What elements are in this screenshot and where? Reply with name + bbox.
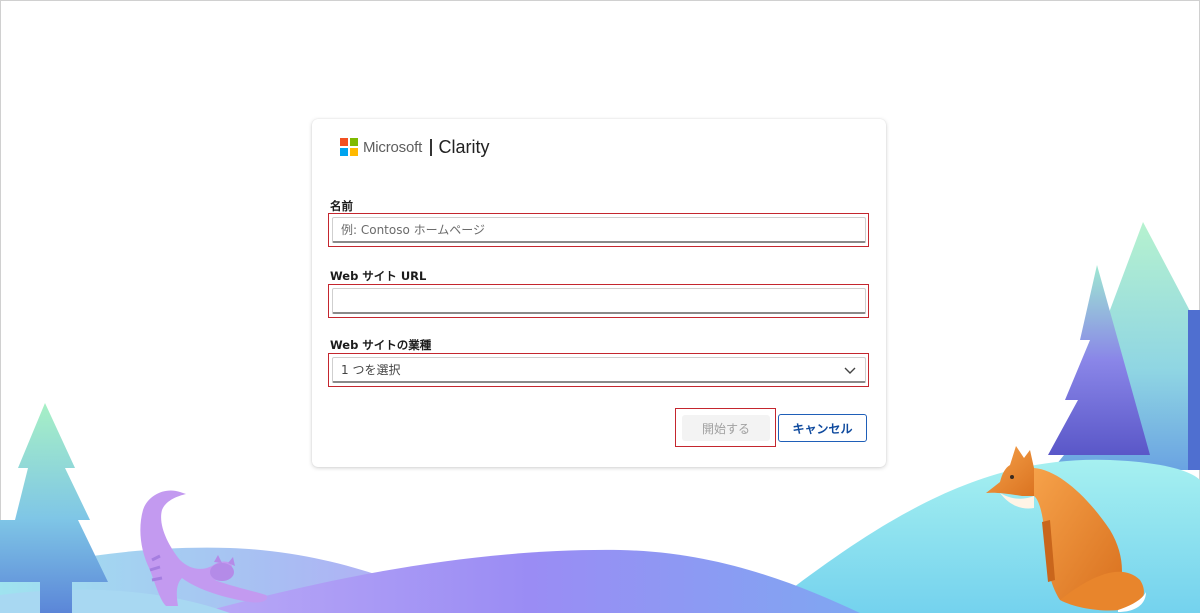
microsoft-wordmark: Microsoft [363,138,423,156]
website-url-input[interactable] [332,288,866,314]
create-project-dialog: Microsoft Clarity 名前 Web サイト URL Web サイト… [312,119,886,467]
name-input[interactable] [332,217,866,243]
cancel-button[interactable]: キャンセル [778,414,867,442]
url-label: Web サイト URL [330,269,427,283]
chevron-down-icon [844,367,856,374]
category-select[interactable]: 1 つを選択 [332,357,866,383]
start-button[interactable]: 開始する [682,415,770,441]
microsoft-clarity-logo: Microsoft Clarity [340,137,490,157]
category-select-value: 1 つを選択 [341,363,401,377]
name-label: 名前 [330,199,353,213]
category-label: Web サイトの業種 [330,338,432,352]
brand-divider [430,138,432,156]
clarity-wordmark: Clarity [438,136,490,157]
microsoft-logo-icon [340,138,358,156]
